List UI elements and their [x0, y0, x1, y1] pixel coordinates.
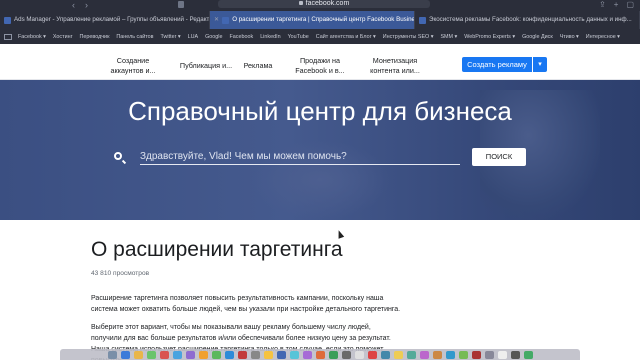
- bookmarks-grid-icon[interactable]: [4, 34, 12, 40]
- dock-app-icon[interactable]: [224, 350, 234, 359]
- dock-app-icon[interactable]: [328, 350, 338, 359]
- dock-app-icon[interactable]: [107, 350, 117, 359]
- dock-app-icon[interactable]: [172, 350, 182, 359]
- lock-icon: [298, 1, 303, 5]
- dock-app-icon[interactable]: [276, 350, 286, 359]
- bookmark[interactable]: Google: [205, 34, 222, 40]
- dock-app-icon[interactable]: [367, 350, 377, 359]
- facebook-favicon-icon: [4, 16, 11, 24]
- facebook-favicon-icon: [222, 16, 230, 24]
- share-icon[interactable]: ⇪: [599, 0, 606, 9]
- new-tab-icon[interactable]: +: [614, 0, 619, 9]
- browser-nav-arrows: ‹ ›: [72, 0, 98, 10]
- bookmark[interactable]: Панель сайтов: [116, 34, 153, 40]
- chrome-actions: ⇪ + ▢: [591, 0, 634, 9]
- back-icon[interactable]: ‹: [72, 0, 75, 10]
- hero-banner: Справочный центр для бизнеса Здравствуйт…: [0, 80, 640, 220]
- bookmark[interactable]: Facebook: [230, 34, 254, 40]
- address-bar[interactable]: facebook.com: [218, 0, 430, 8]
- bookmark[interactable]: Сайт агентства и Блог ▾: [316, 34, 376, 40]
- create-ad-button[interactable]: Создать рекламу: [462, 57, 532, 72]
- tab-label: Экосистема рекламы Facebook: конфиденциа…: [429, 16, 632, 23]
- dock-app-icon[interactable]: [133, 350, 143, 359]
- tab-label: Ads Manager - Управление рекламой – Груп…: [14, 16, 210, 23]
- dock-app-icon[interactable]: [237, 350, 247, 359]
- bookmark[interactable]: Интересное ▾: [586, 34, 620, 40]
- nav-item-publishing[interactable]: Публикация и...: [176, 61, 236, 71]
- dock-app-icon[interactable]: [263, 350, 273, 359]
- tab-label: О расширении таргетинга | Справочный цен…: [232, 16, 415, 23]
- dock-app-icon[interactable]: [419, 350, 429, 359]
- bookmark[interactable]: WebPromo Experts ▾: [464, 34, 515, 40]
- dock-app-icon[interactable]: [315, 350, 325, 359]
- browser-chrome: ‹ › facebook.com ⇪ + ▢ Ads Manager - Управл…: [0, 0, 640, 44]
- bookmark[interactable]: LUA: [188, 34, 199, 40]
- dock-app-icon[interactable]: [354, 350, 364, 359]
- dock-app-icon[interactable]: [120, 350, 130, 359]
- tab-strip: Ads Manager - Управление рекламой – Груп…: [0, 11, 640, 29]
- dock-app-icon[interactable]: [406, 350, 416, 359]
- hero-title: Справочный центр для бизнеса: [128, 96, 512, 126]
- macos-dock: [60, 349, 580, 360]
- dock-app-icon[interactable]: [458, 350, 468, 359]
- search-button[interactable]: ПОИСК: [472, 148, 526, 166]
- forward-icon[interactable]: ›: [85, 0, 88, 10]
- dock-app-icon[interactable]: [523, 350, 533, 359]
- dock-app-icon[interactable]: [341, 350, 351, 359]
- article-title: О расширении таргетинга: [91, 238, 343, 261]
- close-icon[interactable]: ✕: [214, 11, 219, 29]
- nav-item-advertising[interactable]: Реклама: [240, 61, 276, 71]
- dock-app-icon[interactable]: [146, 350, 156, 359]
- bookmark[interactable]: YouTube: [288, 34, 309, 40]
- dock-app-icon[interactable]: [211, 350, 221, 359]
- nav-item-sales[interactable]: Продажи на Facebook и в...: [290, 56, 350, 76]
- tab-targeting-help[interactable]: ✕ О расширении таргетинга | Справочный ц…: [210, 11, 415, 29]
- bookmarks-bar: Facebook ▾ Хостинг Переводчик Панель сай…: [0, 30, 640, 44]
- nav-item-monetization[interactable]: Монетизация контента или...: [362, 56, 428, 76]
- bookmark[interactable]: Чтиво ▾: [560, 34, 579, 40]
- dock-app-icon[interactable]: [302, 350, 312, 359]
- bookmark[interactable]: Google Диск: [522, 34, 553, 40]
- dock-app-icon[interactable]: [250, 350, 260, 359]
- dock-app-icon[interactable]: [198, 350, 208, 359]
- bookmark[interactable]: SMM ▾: [440, 34, 457, 40]
- dock-app-icon[interactable]: [380, 350, 390, 359]
- dock-app-icon[interactable]: [432, 350, 442, 359]
- dock-app-icon[interactable]: [484, 350, 494, 359]
- tabs-overview-icon[interactable]: ▢: [626, 0, 634, 9]
- view-count: 43 810 просмотров: [91, 270, 150, 277]
- bookmark[interactable]: LinkedIn: [260, 34, 280, 40]
- bookmark[interactable]: Инструменты SEO ▾: [383, 34, 434, 40]
- dock-app-icon[interactable]: [497, 350, 507, 359]
- nav-item-create-accounts[interactable]: Создание аккаунтов и...: [102, 56, 164, 76]
- dock-app-icon[interactable]: [185, 350, 195, 359]
- dock-app-icon[interactable]: [471, 350, 481, 359]
- bookmark[interactable]: Хостинг: [53, 34, 73, 40]
- tab-ad-ecosystem[interactable]: Экосистема рекламы Facebook: конфиденциа…: [415, 11, 640, 29]
- address-text: facebook.com: [305, 0, 350, 7]
- article-paragraph: Расширение таргетинга позволяет повысить…: [91, 295, 401, 313]
- tab-ads-manager[interactable]: Ads Manager - Управление рекламой – Груп…: [0, 11, 210, 29]
- facebook-favicon-icon: [419, 16, 426, 24]
- dock-app-icon[interactable]: [289, 350, 299, 359]
- shield-icon[interactable]: [178, 1, 184, 8]
- dock-app-icon[interactable]: [445, 350, 455, 359]
- dock-app-icon[interactable]: [393, 350, 403, 359]
- search-icon: [114, 152, 122, 160]
- bookmark[interactable]: Facebook ▾: [18, 34, 46, 40]
- bookmark[interactable]: Переводчик: [80, 34, 110, 40]
- dock-app-icon[interactable]: [510, 350, 520, 359]
- bookmark[interactable]: Twitter ▾: [161, 34, 181, 40]
- dock-app-icon[interactable]: [159, 350, 169, 359]
- search-input[interactable]: Здравствуйте, Vlad! Чем мы можем помочь?: [140, 149, 460, 165]
- chevron-down-icon[interactable]: ▾: [533, 57, 547, 72]
